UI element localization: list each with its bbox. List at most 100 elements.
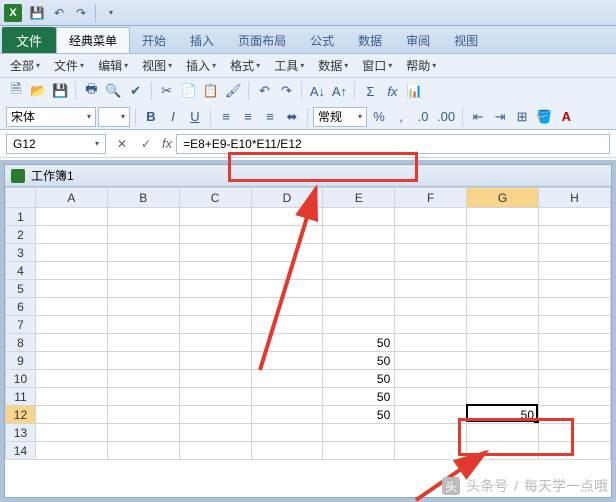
cell-F9[interactable]: [395, 352, 467, 370]
cell-F1[interactable]: [395, 208, 467, 226]
formula-input[interactable]: =E8+E9-E10*E11/E12: [176, 134, 610, 154]
cell-D2[interactable]: [251, 226, 323, 244]
cell-A10[interactable]: [35, 370, 107, 388]
cell-D12[interactable]: [251, 406, 323, 424]
cell-D10[interactable]: [251, 370, 323, 388]
cell-D9[interactable]: [251, 352, 323, 370]
redo-button[interactable]: ↷: [276, 81, 296, 101]
row-header-14[interactable]: 14: [6, 442, 36, 460]
format-painter-button[interactable]: 🖌: [223, 81, 244, 101]
row-header-8[interactable]: 8: [6, 334, 36, 352]
cell-H4[interactable]: [539, 262, 611, 280]
menu-window[interactable]: 窗口▾: [358, 56, 396, 76]
column-header-B[interactable]: B: [107, 188, 179, 208]
cell-G5[interactable]: [467, 280, 539, 298]
confirm-edit-button[interactable]: ✓: [136, 134, 156, 154]
spreadsheet-grid[interactable]: ABCDEFGH1234567850950105011501250501314: [5, 187, 611, 497]
cell-C3[interactable]: [179, 244, 251, 262]
cell-A13[interactable]: [35, 424, 107, 442]
cut-button[interactable]: ✂: [157, 81, 177, 101]
align-center-button[interactable]: ≡: [238, 107, 258, 127]
cell-C4[interactable]: [179, 262, 251, 280]
row-header-7[interactable]: 7: [6, 316, 36, 334]
fill-color-button[interactable]: 🪣: [534, 107, 554, 127]
cell-B11[interactable]: [107, 388, 179, 406]
cell-E4[interactable]: [323, 262, 395, 280]
cell-H12[interactable]: [539, 406, 611, 424]
cell-B8[interactable]: [107, 334, 179, 352]
sort-asc-button[interactable]: A↓: [307, 81, 327, 101]
cell-A14[interactable]: [35, 442, 107, 460]
cell-B7[interactable]: [107, 316, 179, 334]
cell-C2[interactable]: [179, 226, 251, 244]
qat-customize-button[interactable]: ▾: [100, 3, 120, 23]
cell-A9[interactable]: [35, 352, 107, 370]
cell-F8[interactable]: [395, 334, 467, 352]
cell-F7[interactable]: [395, 316, 467, 334]
cell-C11[interactable]: [179, 388, 251, 406]
cell-C5[interactable]: [179, 280, 251, 298]
align-left-button[interactable]: ≡: [216, 107, 236, 127]
cell-G13[interactable]: [467, 424, 539, 442]
cell-B10[interactable]: [107, 370, 179, 388]
column-header-G[interactable]: G: [467, 188, 539, 208]
open-button[interactable]: 📂: [28, 81, 48, 101]
tab-data[interactable]: 数据: [346, 27, 394, 53]
cell-G10[interactable]: [467, 370, 539, 388]
menu-insert[interactable]: 插入▾: [182, 56, 220, 76]
cell-E1[interactable]: [323, 208, 395, 226]
cell-B2[interactable]: [107, 226, 179, 244]
cell-A3[interactable]: [35, 244, 107, 262]
save-button[interactable]: 💾: [50, 81, 70, 101]
cell-A12[interactable]: [35, 406, 107, 424]
row-header-4[interactable]: 4: [6, 262, 36, 280]
cell-F11[interactable]: [395, 388, 467, 406]
tab-view[interactable]: 视图: [442, 27, 490, 53]
borders-button[interactable]: ⊞: [512, 107, 532, 127]
cell-F6[interactable]: [395, 298, 467, 316]
cell-A2[interactable]: [35, 226, 107, 244]
new-button[interactable]: 🗎: [6, 81, 26, 101]
cell-D6[interactable]: [251, 298, 323, 316]
cell-H11[interactable]: [539, 388, 611, 406]
sort-desc-button[interactable]: A↑: [329, 81, 349, 101]
cell-G6[interactable]: [467, 298, 539, 316]
cell-G3[interactable]: [467, 244, 539, 262]
cell-H13[interactable]: [539, 424, 611, 442]
cell-H3[interactable]: [539, 244, 611, 262]
file-tab[interactable]: 文件: [2, 27, 56, 53]
cell-B3[interactable]: [107, 244, 179, 262]
cell-C1[interactable]: [179, 208, 251, 226]
menu-edit[interactable]: 编辑▾: [94, 56, 132, 76]
menu-view[interactable]: 视图▾: [138, 56, 176, 76]
increase-decimal-button[interactable]: .0: [413, 107, 433, 127]
font-size-select[interactable]: ▾: [98, 107, 130, 127]
cell-H1[interactable]: [539, 208, 611, 226]
cell-A8[interactable]: [35, 334, 107, 352]
insert-function-button[interactable]: fx: [382, 81, 402, 101]
row-header-10[interactable]: 10: [6, 370, 36, 388]
cell-H5[interactable]: [539, 280, 611, 298]
italic-button[interactable]: I: [163, 107, 183, 127]
spellcheck-button[interactable]: ✔: [126, 81, 146, 101]
menu-all[interactable]: 全部▾: [6, 56, 44, 76]
column-header-F[interactable]: F: [395, 188, 467, 208]
cell-A5[interactable]: [35, 280, 107, 298]
tab-classic-menu[interactable]: 经典菜单: [56, 27, 130, 53]
cell-G14[interactable]: [467, 442, 539, 460]
chart-button[interactable]: 📊: [404, 81, 424, 101]
row-header-6[interactable]: 6: [6, 298, 36, 316]
cell-D3[interactable]: [251, 244, 323, 262]
qat-undo-button[interactable]: ↶: [49, 3, 69, 23]
row-header-3[interactable]: 3: [6, 244, 36, 262]
cell-H10[interactable]: [539, 370, 611, 388]
number-format-select[interactable]: 常规▾: [313, 107, 367, 127]
qat-save-button[interactable]: 💾: [27, 3, 47, 23]
cell-E2[interactable]: [323, 226, 395, 244]
underline-button[interactable]: U: [185, 107, 205, 127]
cell-E8[interactable]: 50: [323, 334, 395, 352]
cell-E10[interactable]: 50: [323, 370, 395, 388]
cell-F2[interactable]: [395, 226, 467, 244]
cell-F3[interactable]: [395, 244, 467, 262]
cell-H9[interactable]: [539, 352, 611, 370]
